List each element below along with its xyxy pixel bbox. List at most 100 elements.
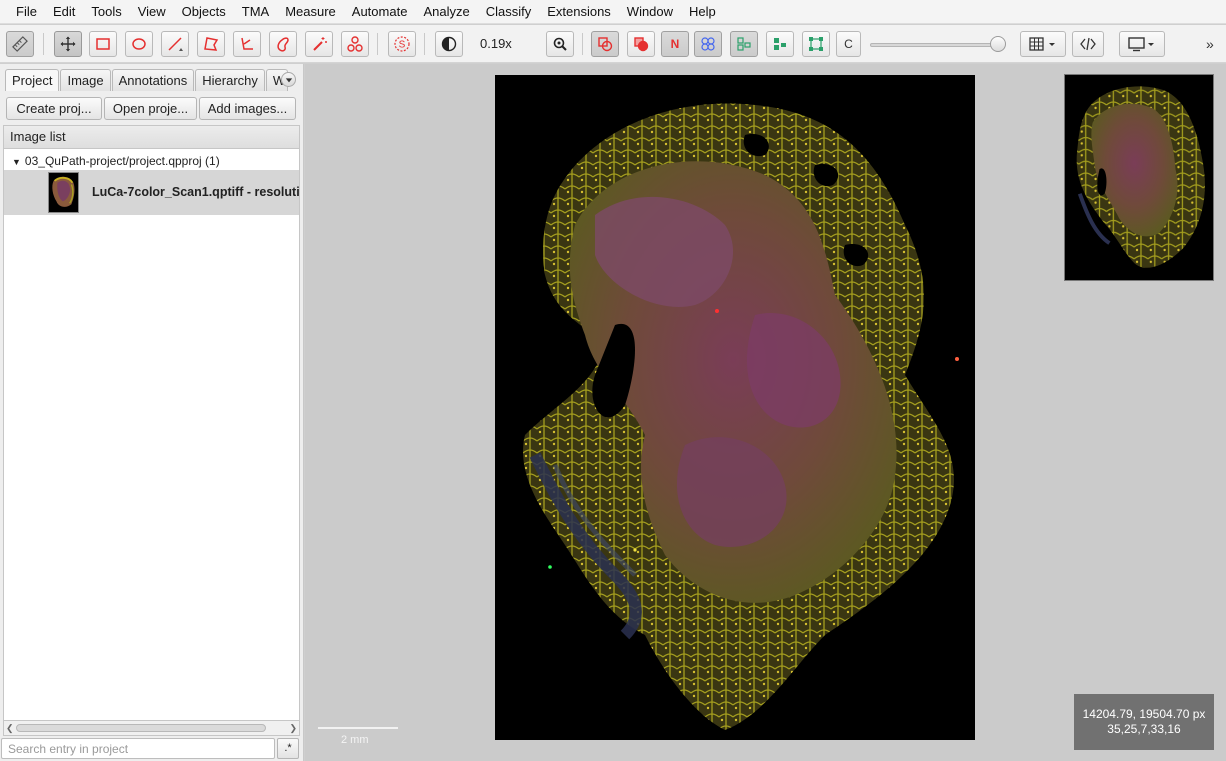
menu-analyze[interactable]: Analyze [415, 0, 477, 24]
brightness-contrast-icon [441, 36, 457, 52]
panel-tabs: Project Image Annotations Hierarchy W [5, 69, 289, 91]
show-detections-button[interactable] [730, 31, 758, 57]
menu-edit[interactable]: Edit [45, 0, 83, 24]
overview-thumbnail[interactable] [1064, 74, 1214, 281]
menu-extensions[interactable]: Extensions [539, 0, 619, 24]
menu-tools[interactable]: Tools [83, 0, 129, 24]
show-tma-grid-button[interactable] [694, 31, 722, 57]
regex-toggle-button[interactable]: .* [277, 738, 299, 759]
scroll-left-icon[interactable]: ❮ [6, 721, 14, 735]
line-tool-button[interactable] [161, 31, 189, 57]
tab-image[interactable]: Image [60, 69, 111, 91]
show-annotations-button[interactable] [591, 31, 619, 57]
opacity-slider-thumb[interactable] [990, 36, 1006, 52]
show-detections-icon [737, 37, 751, 51]
rectangle-tool-icon [96, 38, 110, 50]
menu-automate[interactable]: Automate [344, 0, 416, 24]
show-connections-icon [809, 37, 823, 51]
list-item[interactable]: LuCa-7color_Scan1.qptiff - resolution #1 [4, 170, 299, 215]
tab-overflow-button[interactable] [281, 72, 296, 87]
show-names-icon: N [670, 37, 680, 51]
line-tool-icon [168, 37, 183, 51]
project-panel: Project Image Annotations Hierarchy W Cr… [0, 64, 304, 761]
show-classification-icon: C [844, 37, 853, 51]
points-tool-icon [347, 36, 363, 52]
menu-window[interactable]: Window [619, 0, 681, 24]
tab-project[interactable]: Project [5, 69, 60, 91]
points-tool-button[interactable] [341, 31, 369, 57]
script-editor-icon [1080, 37, 1096, 51]
selection-mode-icon: S [394, 36, 410, 52]
toolbar-overflow-icon[interactable]: » [1206, 25, 1214, 63]
scrollbar-thumb[interactable] [16, 724, 266, 732]
tab-hierarchy[interactable]: Hierarchy [195, 69, 265, 91]
horizontal-scrollbar[interactable]: ❮ ❯ [3, 720, 300, 736]
viewer-display-icon [1128, 37, 1154, 52]
rectangle-tool-button[interactable] [89, 31, 117, 57]
measurement-table-icon [1029, 37, 1055, 51]
polyline-tool-button[interactable] [233, 31, 261, 57]
project-name: 03_QuPath-project/project.qpproj (1) [24, 154, 220, 168]
toolbar: S 0.19x N C » [0, 25, 1226, 63]
selection-mode-button[interactable]: S [388, 31, 416, 57]
viewer-display-button[interactable] [1119, 31, 1165, 57]
image-list[interactable]: ▼ 03_QuPath-project/project.qpproj (1) Lu… [3, 149, 300, 721]
brightness-contrast-button[interactable] [435, 31, 463, 57]
ellipse-tool-icon [132, 38, 146, 50]
ellipse-tool-button[interactable] [125, 31, 153, 57]
show-annotations-icon [598, 37, 613, 52]
project-tree-root[interactable]: ▼ 03_QuPath-project/project.qpproj (1) [12, 152, 220, 170]
search-input[interactable] [1, 738, 275, 759]
menu-file[interactable]: File [8, 0, 45, 24]
fill-detections-button[interactable] [766, 31, 794, 57]
scroll-right-icon[interactable]: ❯ [289, 721, 297, 735]
menu-objects[interactable]: Objects [174, 0, 234, 24]
menu-bar: File Edit Tools View Objects TMA Measure… [0, 0, 1226, 24]
image-list-header: Image list [3, 125, 300, 149]
cursor-location-readout: 14204.79, 19504.70 px 35,25,7,33,16 [1074, 694, 1214, 750]
show-analysis-pane-icon [12, 36, 28, 52]
show-analysis-pane-button[interactable] [6, 31, 34, 57]
move-tool-icon [60, 36, 76, 52]
scale-bar-label: 2 mm [341, 734, 369, 746]
open-project-button[interactable]: Open proje... [104, 97, 197, 120]
cursor-coordinates: 14204.79, 19504.70 px [1082, 707, 1206, 721]
polygon-tool-button[interactable] [197, 31, 225, 57]
chevron-down-icon [285, 77, 292, 82]
create-project-button[interactable]: Create proj... [6, 97, 102, 120]
move-tool-button[interactable] [54, 31, 82, 57]
menu-view[interactable]: View [130, 0, 174, 24]
wand-tool-button[interactable] [305, 31, 333, 57]
polyline-tool-icon [241, 37, 253, 50]
brush-tool-button[interactable] [269, 31, 297, 57]
fill-detections-icon [774, 38, 786, 50]
show-tma-grid-icon [701, 37, 715, 51]
menu-classify[interactable]: Classify [478, 0, 540, 24]
measurement-table-button[interactable] [1020, 31, 1066, 57]
pixel-values: 35,25,7,33,16 [1107, 722, 1181, 736]
svg-text:S: S [399, 40, 406, 51]
image-entry-label: LuCa-7color_Scan1.qptiff - resolution #1 [92, 185, 299, 199]
fill-annotations-button[interactable] [627, 31, 655, 57]
menu-measure[interactable]: Measure [277, 0, 344, 24]
polygon-tool-icon [204, 37, 219, 51]
zoom-to-fit-icon [553, 37, 567, 51]
brush-tool-icon [277, 37, 289, 52]
zoom-level-label: 0.19x [480, 36, 512, 51]
opacity-slider-track[interactable] [870, 43, 998, 47]
image-viewer[interactable]: 2 mm 14204.79, 19504.70 px 35,25,7,33,16 [305, 64, 1226, 761]
expand-triangle-icon[interactable]: ▼ [12, 157, 21, 167]
script-editor-button[interactable] [1072, 31, 1104, 57]
tab-annotations[interactable]: Annotations [111, 69, 195, 91]
show-classification-button[interactable]: C [836, 31, 861, 57]
add-images-button[interactable]: Add images... [199, 97, 296, 120]
zoom-to-fit-button[interactable] [546, 31, 574, 57]
menu-tma[interactable]: TMA [234, 0, 277, 24]
image-thumbnail [48, 172, 79, 213]
menu-help[interactable]: Help [681, 0, 724, 24]
show-names-button[interactable]: N [661, 31, 689, 57]
wand-tool-icon [313, 37, 327, 51]
fill-annotations-icon [634, 37, 649, 52]
show-connections-button[interactable] [802, 31, 830, 57]
slide-image[interactable] [495, 75, 975, 740]
